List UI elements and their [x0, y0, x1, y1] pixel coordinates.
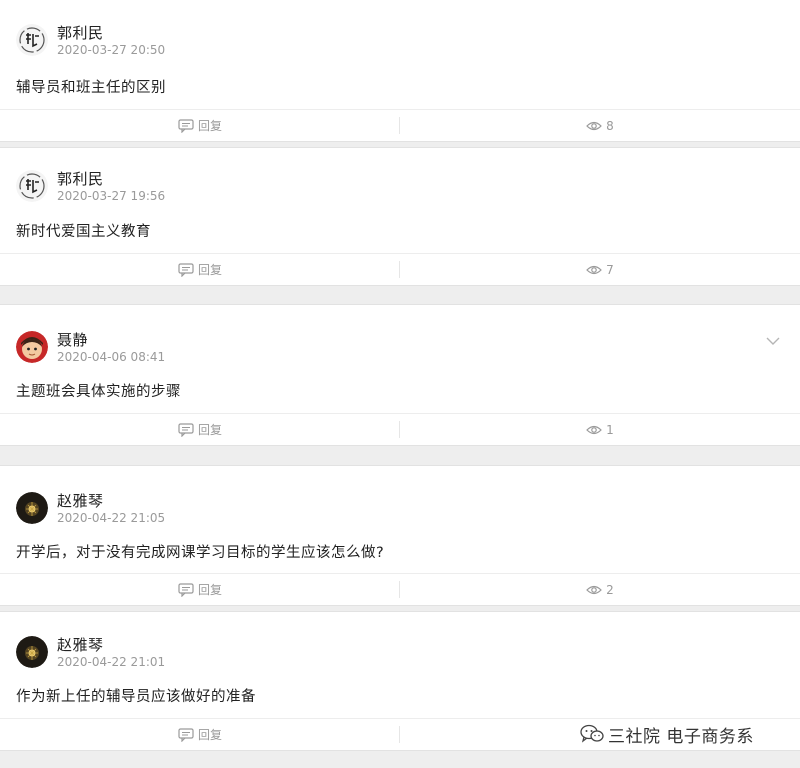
- views-indicator: 8: [400, 110, 800, 141]
- post-time: 2020-03-27 20:50: [57, 43, 166, 57]
- reply-button[interactable]: 回复: [0, 254, 400, 285]
- avatar[interactable]: [16, 170, 48, 202]
- post-actions: 回复 8: [0, 109, 800, 141]
- author-name[interactable]: 郭利民: [57, 168, 104, 189]
- post-feed: 郭利民 2020-03-27 20:50 辅导员和班主任的区别 回复 8 郭利民…: [0, 0, 800, 768]
- author-name[interactable]: 赵雅琴: [57, 490, 104, 511]
- post-header: 聂静 2020-04-06 08:41: [16, 331, 716, 365]
- views-indicator: 2: [400, 574, 800, 605]
- post-content[interactable]: 新时代爱国主义教育: [16, 220, 151, 241]
- eye-icon: [586, 121, 603, 130]
- author-name[interactable]: 赵雅琴: [57, 634, 104, 655]
- post-time: 2020-04-22 21:01: [57, 655, 166, 669]
- post-actions: 回复 7: [0, 253, 800, 285]
- reply-button[interactable]: 回复: [0, 110, 400, 141]
- post-actions: 回复 2: [0, 573, 800, 605]
- post-card[interactable]: 郭利民 2020-03-27 20:50 辅导员和班主任的区别 回复 8: [0, 0, 800, 142]
- post-card[interactable]: 郭利民 2020-03-27 19:56 新时代爱国主义教育 回复 7: [0, 147, 800, 286]
- post-time: 2020-04-06 08:41: [57, 350, 166, 364]
- post-time: 2020-03-27 19:56: [57, 189, 166, 203]
- reply-button[interactable]: 回复: [0, 719, 400, 750]
- post-content[interactable]: 主题班会具体实施的步骤: [16, 380, 181, 401]
- avatar[interactable]: [16, 636, 48, 668]
- reply-label: 回复: [197, 263, 222, 277]
- post-card[interactable]: 赵雅琴 2020-04-22 21:05 开学后，对于没有完成网课学习目标的学生…: [0, 465, 800, 606]
- eye-icon: [586, 585, 603, 594]
- reply-button[interactable]: 回复: [0, 414, 400, 445]
- post-card[interactable]: 聂静 2020-04-06 08:41 主题班会具体实施的步骤 回复 1: [0, 304, 800, 446]
- post-content[interactable]: 辅导员和班主任的区别: [16, 76, 166, 97]
- post-header: 郭利民 2020-03-27 19:56: [16, 170, 716, 204]
- comment-icon: [178, 118, 194, 133]
- post-content[interactable]: 开学后，对于没有完成网课学习目标的学生应该怎么做?: [16, 541, 384, 562]
- avatar[interactable]: [16, 24, 48, 56]
- reply-label: 回复: [197, 119, 222, 133]
- post-time: 2020-04-22 21:05: [57, 511, 166, 525]
- avatar[interactable]: [16, 331, 48, 363]
- wechat-icon: [580, 724, 604, 743]
- view-count: 2: [606, 582, 614, 597]
- reply-button[interactable]: 回复: [0, 574, 400, 605]
- watermark-text: 三社院 电子商务系: [608, 726, 754, 747]
- post-header: 赵雅琴 2020-04-22 21:01: [16, 636, 716, 670]
- comment-icon: [178, 262, 194, 277]
- post-header: 郭利民 2020-03-27 20:50: [16, 24, 716, 58]
- comment-icon: [178, 422, 194, 437]
- reply-label: 回复: [197, 423, 222, 437]
- avatar[interactable]: [16, 492, 48, 524]
- post-content[interactable]: 作为新上任的辅导员应该做好的准备: [16, 685, 256, 706]
- view-count: 7: [606, 262, 614, 277]
- divider: [399, 726, 400, 743]
- eye-icon: [586, 265, 603, 274]
- comment-icon: [178, 727, 194, 742]
- view-count: 8: [606, 118, 614, 133]
- view-count: 1: [606, 422, 614, 437]
- post-header: 赵雅琴 2020-04-22 21:05: [16, 492, 716, 526]
- author-name[interactable]: 郭利民: [57, 22, 104, 43]
- chevron-down-icon[interactable]: [766, 337, 780, 346]
- views-indicator: 1: [400, 414, 800, 445]
- views-indicator: 7: [400, 254, 800, 285]
- eye-icon: [586, 425, 603, 434]
- reply-label: 回复: [197, 583, 222, 597]
- author-name[interactable]: 聂静: [57, 329, 88, 350]
- post-actions: 回复 1: [0, 413, 800, 445]
- reply-label: 回复: [197, 728, 222, 742]
- watermark: 三社院 电子商务系: [576, 722, 758, 747]
- comment-icon: [178, 582, 194, 597]
